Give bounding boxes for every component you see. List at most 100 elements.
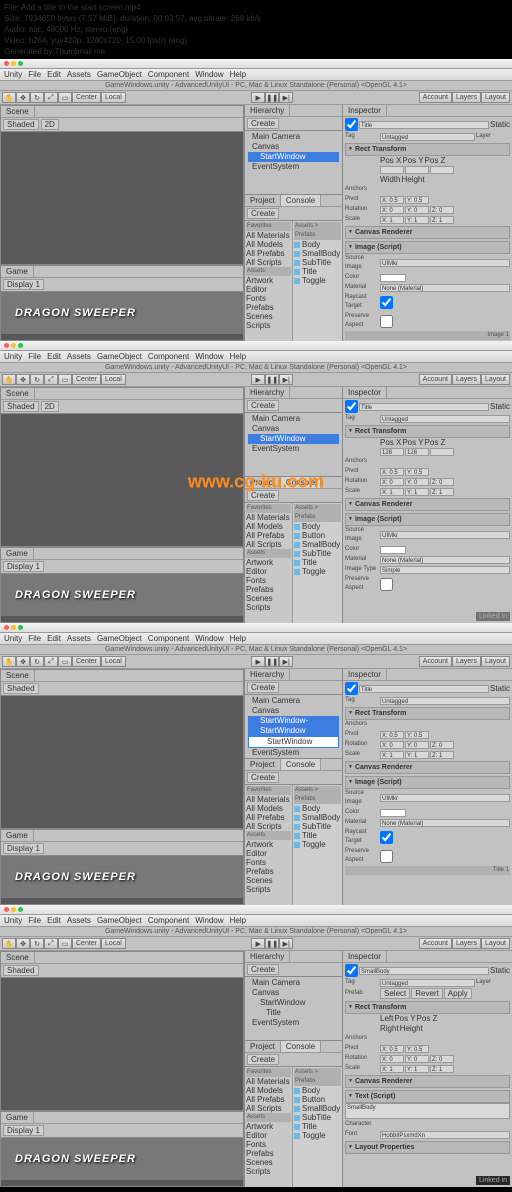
rotz-field[interactable]: Z: 0 <box>430 206 454 214</box>
tab-inspector[interactable]: Inspector <box>343 951 387 962</box>
layers-dropdown[interactable]: Layers <box>452 374 481 385</box>
hierarchy-item[interactable]: EventSystem <box>248 162 339 172</box>
scale-tool-icon[interactable]: ⤢ <box>44 374 58 385</box>
hierarchy-item[interactable]: Canvas <box>248 424 339 434</box>
prefab-apply[interactable]: Apply <box>444 988 472 999</box>
tab-scene[interactable]: Scene <box>1 670 35 681</box>
tab-hierarchy[interactable]: Hierarchy <box>245 669 290 680</box>
rect-tool-icon[interactable]: ▭ <box>58 656 72 667</box>
hierarchy-item[interactable]: Main Camera <box>248 132 339 142</box>
2d-toggle[interactable]: 2D <box>41 119 59 130</box>
material-field[interactable]: None (Material) <box>380 284 510 292</box>
pause-icon[interactable]: ❚❚ <box>265 92 279 103</box>
prefab-item[interactable]: Body <box>294 240 341 249</box>
hierarchy-item-selected[interactable]: StartWindow <box>248 434 339 444</box>
pivotx-field[interactable]: X: 0.5 <box>380 196 404 204</box>
scale-tool-icon[interactable]: ⤢ <box>44 938 58 949</box>
tab-console[interactable]: Console <box>281 195 321 206</box>
prefab-item[interactable]: SubTitle <box>294 258 341 267</box>
fav-item[interactable]: All Scripts <box>246 258 291 267</box>
folder-item[interactable]: Scenes <box>246 312 291 321</box>
menu-unity[interactable]: Unity <box>4 352 22 361</box>
font-field[interactable]: HobbitPsxmdXn <box>380 1131 510 1139</box>
move-tool-icon[interactable]: ✥ <box>16 92 30 103</box>
folder-item[interactable]: Artwork <box>246 558 291 567</box>
hierarchy-item-selected[interactable]: StartWindow <box>248 152 339 162</box>
menu-file[interactable]: File <box>28 352 41 361</box>
hierarchy-item[interactable]: EventSystem <box>248 444 339 454</box>
fav-item[interactable]: All Materials <box>246 513 291 522</box>
folder-item[interactable]: Scripts <box>246 603 291 612</box>
pivot-toggle[interactable]: Center <box>72 92 101 103</box>
play-icon[interactable]: ▶ <box>251 92 265 103</box>
tag-dropdown[interactable]: Untagged <box>380 133 475 141</box>
menu-window[interactable]: Window <box>195 70 223 79</box>
render-mode[interactable]: Shaded <box>3 119 39 130</box>
sz-field[interactable]: Z: 1 <box>430 216 454 224</box>
display-dropdown[interactable]: Display 1 <box>3 279 44 290</box>
image-script-header[interactable]: Image (Script) <box>345 241 510 254</box>
menu-unity[interactable]: Unity <box>4 70 22 79</box>
menu-assets[interactable]: Assets <box>67 352 91 361</box>
rect-tool-icon[interactable]: ▭ <box>58 374 72 385</box>
prefab-item[interactable]: SmallBody <box>294 540 341 549</box>
prefab-item[interactable]: Body <box>294 522 341 531</box>
space-toggle[interactable]: Local <box>101 92 126 103</box>
pivot-toggle[interactable]: Center <box>72 374 101 385</box>
preserve-checkbox[interactable] <box>380 315 393 328</box>
menu-gameobject[interactable]: GameObject <box>97 70 142 79</box>
tab-inspector[interactable]: Inspector <box>343 669 387 680</box>
folder-item[interactable]: Prefabs <box>246 303 291 312</box>
close-icon[interactable] <box>4 907 9 912</box>
hand-tool-icon[interactable]: ✋ <box>2 938 16 949</box>
prefab-item[interactable]: SubTitle <box>294 549 341 558</box>
color-swatch[interactable] <box>380 274 406 282</box>
account-dropdown[interactable]: Account <box>419 374 452 385</box>
tab-console[interactable]: Console <box>281 759 321 770</box>
menu-component[interactable]: Component <box>148 70 189 79</box>
posy-field[interactable] <box>405 166 429 174</box>
rotate-tool-icon[interactable]: ↻ <box>30 656 44 667</box>
rotx-field[interactable]: X: 0 <box>380 206 404 214</box>
menu-component[interactable]: Component <box>148 352 189 361</box>
prefab-item[interactable]: Button <box>294 531 341 540</box>
object-name-field[interactable]: SmallBody <box>359 967 489 975</box>
step-icon[interactable]: ▶| <box>279 938 293 949</box>
hierarchy-item[interactable]: Canvas <box>248 706 339 716</box>
minimize-icon[interactable] <box>11 625 16 630</box>
render-mode[interactable]: Shaded <box>3 401 39 412</box>
scale-tool-icon[interactable]: ⤢ <box>44 92 58 103</box>
hierarchy-item[interactable]: Main Camera <box>248 696 339 706</box>
menu-help[interactable]: Help <box>230 352 246 361</box>
menu-gameobject[interactable]: GameObject <box>97 352 142 361</box>
maximize-icon[interactable] <box>18 343 23 348</box>
project-create[interactable]: Create <box>247 208 279 219</box>
tag-dropdown[interactable]: Untagged <box>380 415 510 423</box>
tab-scene[interactable]: Scene <box>1 388 35 399</box>
folder-item[interactable]: Fonts <box>246 576 291 585</box>
close-icon[interactable] <box>4 61 9 66</box>
tab-console[interactable]: Console <box>281 477 321 488</box>
hierarchy-item[interactable]: Main Camera <box>248 414 339 424</box>
rotate-tool-icon[interactable]: ↻ <box>30 938 44 949</box>
folder-item[interactable]: Artwork <box>246 276 291 285</box>
folder-item[interactable]: Editor <box>246 285 291 294</box>
close-icon[interactable] <box>4 343 9 348</box>
fav-item[interactable]: All Prefabs <box>246 531 291 540</box>
tab-project[interactable]: Project <box>245 477 281 488</box>
hierarchy-item[interactable]: Canvas <box>248 142 339 152</box>
tab-game[interactable]: Game <box>1 266 34 277</box>
menu-file[interactable]: File <box>28 70 41 79</box>
breadcrumb[interactable]: Assets > Prefabs <box>294 222 341 240</box>
enabled-checkbox[interactable] <box>345 400 358 413</box>
menu-edit[interactable]: Edit <box>47 352 61 361</box>
layers-dropdown[interactable]: Layers <box>452 92 481 103</box>
hierarchy-rename-field[interactable]: StartWindow <box>248 736 339 748</box>
minimize-icon[interactable] <box>11 61 16 66</box>
tab-game[interactable]: Game <box>1 1112 34 1123</box>
image-script-header[interactable]: Image (Script) <box>345 513 510 526</box>
canvas-renderer-header[interactable]: Canvas Renderer <box>345 226 510 239</box>
move-tool-icon[interactable]: ✥ <box>16 374 30 385</box>
text-content-field[interactable]: SmallBody <box>345 1103 510 1119</box>
folder-item[interactable]: Editor <box>246 567 291 576</box>
